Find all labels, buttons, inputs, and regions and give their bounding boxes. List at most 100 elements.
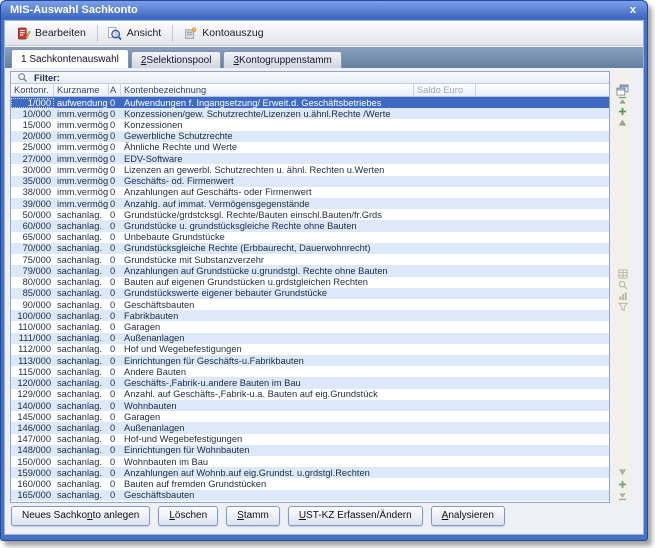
column-header-kontenbezeichnung[interactable]: Kontenbezeichnung: [121, 84, 414, 96]
filter-magnifier-icon: [17, 72, 28, 83]
column-header-saldo-euro[interactable]: Saldo Euro: [414, 84, 476, 96]
goto-last-row-icon[interactable]: [616, 491, 629, 502]
table-row[interactable]: 112/000sachanlag.0Hof und Wegebefestigun…: [11, 344, 609, 355]
cell-kontonr: 85/000: [11, 288, 54, 298]
add-row-icon[interactable]: [616, 106, 629, 117]
cell-kurzname: sachanlag.: [54, 243, 109, 253]
cell-kurzname: sachanlag.: [54, 300, 109, 310]
table-row[interactable]: 160/000sachanlag.0Bauten auf fremden Gru…: [11, 478, 609, 489]
table-row[interactable]: 20/000imm.vermög0Gewerbliche Schutzrecht…: [11, 131, 609, 142]
l-schen-button[interactable]: Löschen: [158, 506, 218, 526]
table-row[interactable]: 60/000sachanlag.0Grundstücke u. grundstü…: [11, 220, 609, 231]
table-row[interactable]: 111/000sachanlag.0Außenanlagen: [11, 333, 609, 344]
column-chooser-icon[interactable]: [616, 84, 629, 95]
cell-a: 0: [109, 176, 121, 186]
table-row[interactable]: 145/000sachanlag.0Garagen: [11, 411, 609, 422]
table-row[interactable]: 27/000imm.vermög0EDV-Software: [11, 153, 609, 164]
toolbar-button-kontoauszug[interactable]: Kontoauszug: [177, 23, 270, 43]
table-row[interactable]: 147/000sachanlag.0Hof-und Wegebefestigun…: [11, 434, 609, 445]
table-row[interactable]: 25/000imm.vermög0Ähnliche Rechte und Wer…: [11, 142, 609, 153]
column-header-kontonr[interactable]: Kontonr. ▼: [11, 84, 54, 96]
title-bar: MIS-Auswahl Sachkonto x: [1, 1, 647, 19]
table-row[interactable]: 50/000sachanlag.0Grundstücke/grdstcksgl.…: [11, 209, 609, 220]
table-row[interactable]: 30/000imm.vermög0Lizenzen an gewerbl. Sc…: [11, 164, 609, 175]
table-row[interactable]: 90/000sachanlag.0Geschäftsbauten: [11, 299, 609, 310]
ust-kz-erfassen-ndern-button[interactable]: UST-KZ Erfassen/Ändern: [288, 506, 423, 526]
cell-kontenbezeichnung: Einrichtungen für Wohnbauten: [121, 445, 414, 455]
toolbar-button-ansicht[interactable]: Ansicht: [102, 23, 168, 43]
tab-2-selektionspool[interactable]: 2 Selektionspool: [131, 51, 222, 68]
cell-kontonr: 129/000: [11, 389, 54, 399]
cell-a: 0: [109, 333, 121, 343]
table-row[interactable]: 65/000sachanlag.0Unbebaute Grundstücke: [11, 232, 609, 243]
table-row[interactable]: 79/000sachanlag.0Anzahlungen auf Grundst…: [11, 265, 609, 276]
stamm-button[interactable]: Stamm: [226, 506, 280, 526]
analysieren-button[interactable]: Analysieren: [431, 506, 505, 526]
table-row[interactable]: 150/000sachanlag.0Wohnbauten im Bau: [11, 456, 609, 467]
table-row[interactable]: 1/000aufwendung0Aufwendungen f. Ingangse…: [11, 97, 609, 108]
table-row[interactable]: 10/000imm.vermög0Konzessionen/gew. Schut…: [11, 108, 609, 119]
table-row[interactable]: 35/000imm.vermög0Geschäfts- od. Firmenwe…: [11, 176, 609, 187]
cell-kontenbezeichnung: Geschäftsbauten: [121, 490, 414, 500]
cell-kontenbezeichnung: Lizenzen an gewerbl. Schutzrechten u. äh…: [121, 165, 414, 175]
cell-kontonr: 159/000: [11, 468, 54, 478]
table-row[interactable]: 159/000sachanlag.0Anzahlungen auf Wohnb.…: [11, 467, 609, 478]
grid-view-icon[interactable]: [616, 268, 629, 279]
table-row[interactable]: 100/000sachanlag.0Fabrikbauten: [11, 310, 609, 321]
column-header-a[interactable]: A: [109, 84, 121, 96]
table-row[interactable]: 15/000imm.vermög0Konzessionen: [11, 119, 609, 130]
cell-kontenbezeichnung: Einrichtungen für Geschäfts-u.Fabrikbaut…: [121, 356, 414, 366]
search-small-icon[interactable]: [616, 279, 629, 290]
cell-kontonr: 150/000: [11, 457, 54, 467]
cell-kontonr: 145/000: [11, 412, 54, 422]
cell-kurzname: imm.vermög: [54, 109, 109, 119]
filter-funnel-icon[interactable]: [616, 301, 629, 312]
cell-kurzname: sachanlag.: [54, 401, 109, 411]
edit-icon: [15, 25, 31, 41]
neues-sachkonto-anlegen-button[interactable]: Neues Sachkonto anlegen: [11, 506, 150, 526]
table-row[interactable]: 115/000sachanlag.0Andere Bauten: [11, 366, 609, 377]
table-row[interactable]: 165/000sachanlag.0Geschäftsbauten: [11, 490, 609, 501]
column-header-kurzname[interactable]: Kurzname: [54, 84, 109, 96]
chart-icon[interactable]: [616, 290, 629, 301]
filter-row[interactable]: Filter:: [11, 72, 609, 84]
cell-a: 0: [109, 277, 121, 287]
tab-3-kontogruppenstamm[interactable]: 3 Kontogruppenstamm: [223, 51, 341, 68]
cell-kontonr: 115/000: [11, 367, 54, 377]
add-row2-icon[interactable]: [616, 479, 629, 490]
table-row[interactable]: 110/000sachanlag.0Garagen: [11, 321, 609, 332]
cell-a: 0: [109, 165, 121, 175]
table-row[interactable]: 113/000sachanlag.0Einrichtungen für Gesc…: [11, 355, 609, 366]
grid-header: Kontonr. ▼ Kurzname A Kontenbezeichnung: [11, 84, 609, 97]
table-row[interactable]: 140/000sachanlag.0Wohnbauten: [11, 400, 609, 411]
cell-a: 0: [109, 288, 121, 298]
toolbar: Bearbeiten Ansicht Kontoauszug: [5, 21, 643, 46]
cell-kontonr: 30/000: [11, 165, 54, 175]
cell-a: 0: [109, 378, 121, 388]
table-row[interactable]: 129/000sachanlag.0Anzahl. auf Geschäfts-…: [11, 389, 609, 400]
cell-kontonr: 39/000: [11, 199, 54, 209]
table-row[interactable]: 80/000sachanlag.0Bauten auf eigenen Grun…: [11, 277, 609, 288]
table-row[interactable]: 120/000sachanlag.0Geschäfts-,Fabrik-u.an…: [11, 377, 609, 388]
table-row[interactable]: 70/000sachanlag.0Grundstücksgleiche Rech…: [11, 243, 609, 254]
tab-1-sachkontenauswahl[interactable]: 1 Sachkontenauswahl: [11, 49, 129, 68]
table-row[interactable]: 146/000sachanlag.0Außenanlagen: [11, 422, 609, 433]
cell-kurzname: sachanlag.: [54, 322, 109, 332]
toolbar-button-bearbeiten[interactable]: Bearbeiten: [10, 23, 93, 43]
table-row[interactable]: 75/000sachanlag.0Grundstücke mit Substan…: [11, 254, 609, 265]
column-header-label: Kontonr.: [14, 85, 49, 95]
cell-a: 0: [109, 457, 121, 467]
move-down-icon[interactable]: [616, 467, 629, 478]
column-header-label: Kontenbezeichnung: [124, 85, 206, 95]
move-up-icon[interactable]: [616, 117, 629, 128]
cell-kontonr: 38/000: [11, 187, 54, 197]
table-row[interactable]: 85/000sachanlag.0Grundstückswerte eigene…: [11, 288, 609, 299]
toolbar-button-label: Ansicht: [127, 27, 161, 39]
table-row[interactable]: 148/000sachanlag.0Einrichtungen für Wohn…: [11, 445, 609, 456]
cell-a: 0: [109, 367, 121, 377]
goto-first-row-icon[interactable]: [616, 95, 629, 106]
table-row[interactable]: 39/000imm.vermög0Anzahlg. auf immat. Ver…: [11, 198, 609, 209]
cell-kontenbezeichnung: EDV-Software: [121, 154, 414, 164]
table-row[interactable]: 38/000imm.vermög0Anzahlungen auf Geschäf…: [11, 187, 609, 198]
close-icon[interactable]: x: [628, 4, 638, 16]
